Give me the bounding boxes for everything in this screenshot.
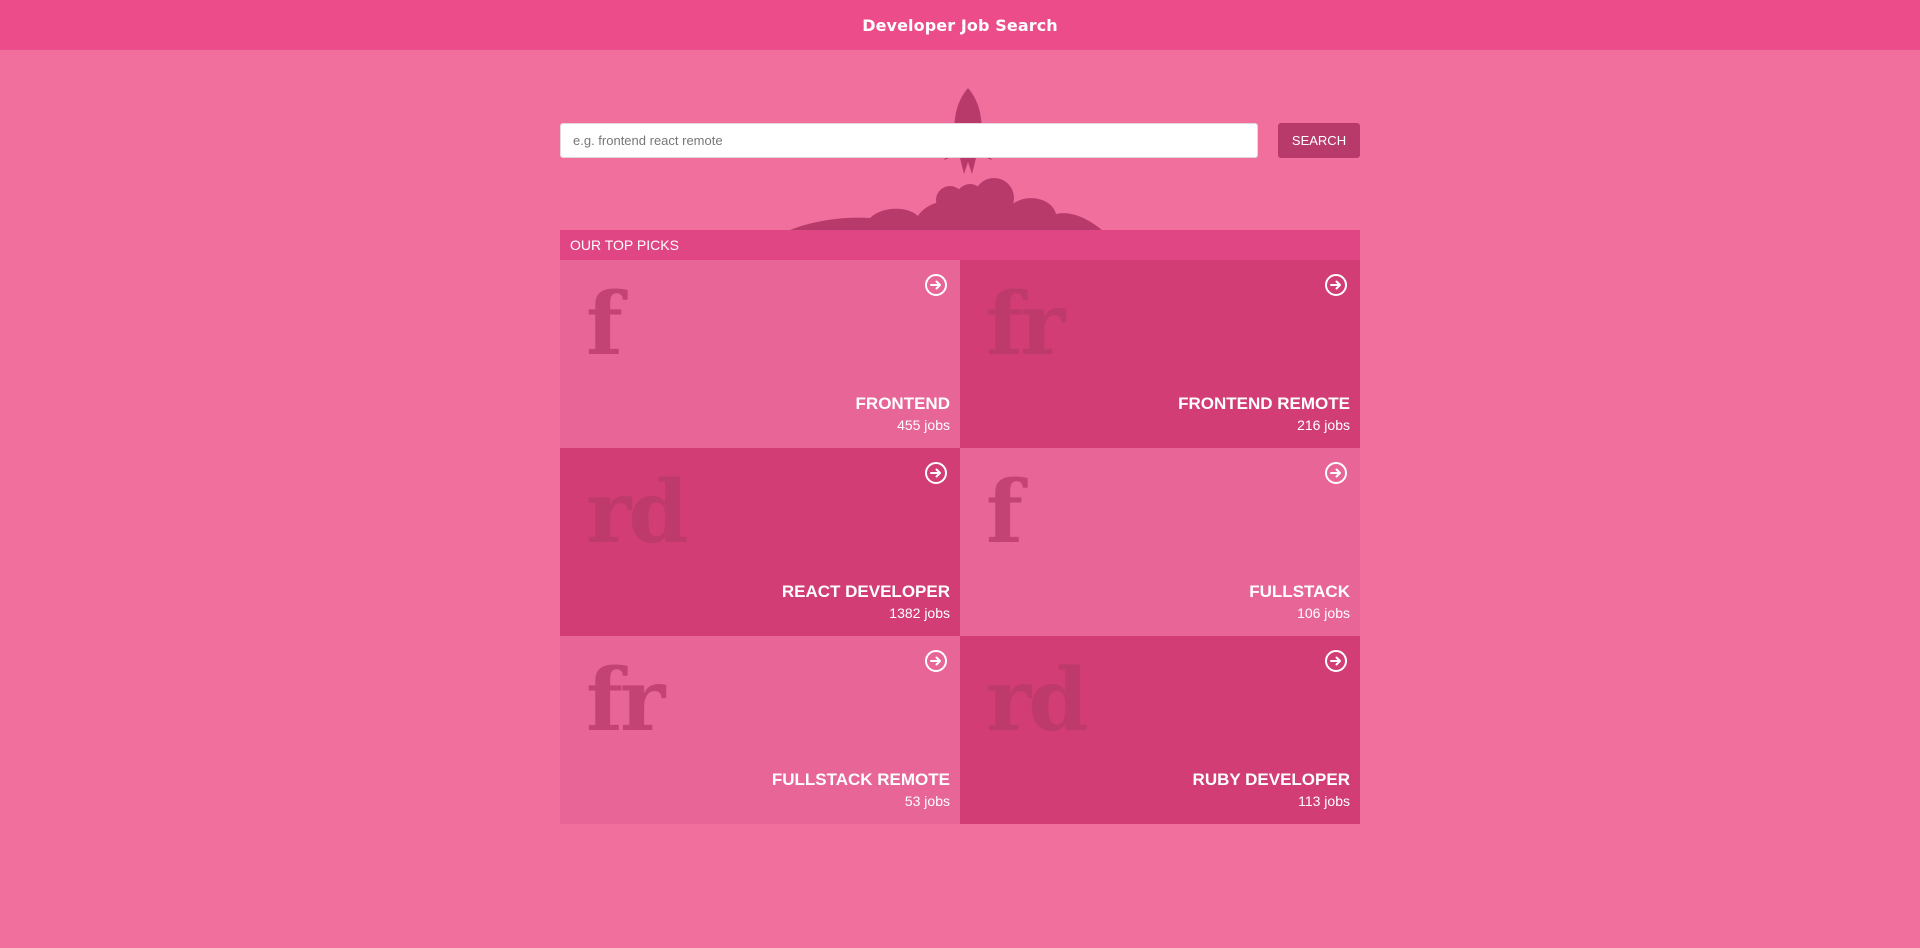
search-input[interactable] <box>560 123 1258 158</box>
top-picks-heading: OUR TOP PICKS <box>560 230 1360 260</box>
card-title: FULLSTACK REMOTE <box>771 770 950 789</box>
arrow-circle-right-icon[interactable] <box>924 649 948 673</box>
card-title: FRONTEND <box>855 394 950 413</box>
search-button[interactable]: SEARCH <box>1278 123 1360 158</box>
card-job-count: 216 jobs <box>1297 417 1350 433</box>
card-monogram: rd <box>986 650 1088 751</box>
top-picks-grid: f FRONTEND 455 jobs fr FRONTEND REMOTE 2… <box>560 260 1360 824</box>
card-monogram: rd <box>586 462 688 563</box>
card-monogram: fr <box>586 650 665 751</box>
pick-card-frontend[interactable]: f FRONTEND 455 jobs <box>560 260 960 448</box>
pick-card-frontend-remote[interactable]: fr FRONTEND REMOTE 216 jobs <box>960 260 1360 448</box>
app-title: Developer Job Search <box>862 15 1058 35</box>
top-bar: Developer Job Search <box>0 0 1920 50</box>
pick-card-ruby-developer[interactable]: rd RUBY DEVELOPER 113 jobs <box>960 636 1360 824</box>
card-monogram: f <box>586 274 623 375</box>
card-title: REACT DEVELOPER <box>781 582 950 601</box>
search-hero: SEARCH <box>560 70 1360 230</box>
pick-card-fullstack-remote[interactable]: fr FULLSTACK REMOTE 53 jobs <box>560 636 960 824</box>
card-monogram: fr <box>986 274 1065 375</box>
card-job-count: 455 jobs <box>897 417 950 433</box>
arrow-circle-right-icon[interactable] <box>1324 649 1348 673</box>
card-job-count: 53 jobs <box>904 793 950 809</box>
card-job-count: 113 jobs <box>1298 793 1350 809</box>
card-title: FRONTEND REMOTE <box>1178 394 1350 413</box>
card-title: RUBY DEVELOPER <box>1192 770 1350 789</box>
arrow-circle-right-icon[interactable] <box>924 273 948 297</box>
arrow-circle-right-icon[interactable] <box>924 461 948 485</box>
card-job-count: 1382 jobs <box>889 605 950 621</box>
rocket-launch-illustration <box>790 88 1102 230</box>
arrow-circle-right-icon[interactable] <box>1324 461 1348 485</box>
card-job-count: 106 jobs <box>1297 605 1350 621</box>
pick-card-fullstack[interactable]: f FULLSTACK 106 jobs <box>960 448 1360 636</box>
arrow-circle-right-icon[interactable] <box>1324 273 1348 297</box>
card-title: FULLSTACK <box>1249 582 1350 601</box>
card-monogram: f <box>986 462 1023 563</box>
top-picks-section: OUR TOP PICKS f FRONTEND 455 jobs fr FRO… <box>560 230 1360 824</box>
pick-card-react-developer[interactable]: rd REACT DEVELOPER 1382 jobs <box>560 448 960 636</box>
